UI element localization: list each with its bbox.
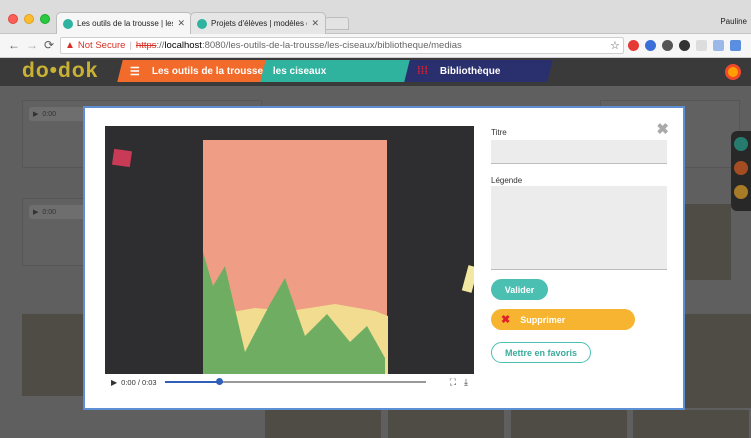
url-host: localhost [164, 40, 202, 51]
browser-tab-bar: Les outils de la trousse | les ci ✕ Proj… [0, 0, 751, 34]
dark-extension-icon[interactable] [679, 40, 690, 51]
site-favicon-icon [197, 18, 207, 29]
translate-extension-icon[interactable] [713, 40, 724, 51]
nav-label: Les outils de la trousse [151, 65, 264, 77]
nav-label: les ciseaux [273, 65, 327, 77]
media-edit-modal: ▶ 0:00 / 0:03 ⛶ ⤓ ✖ Titre Légende Valide… [83, 106, 685, 410]
browser-tab[interactable]: Projets d'élèves | modèles de ✕ [190, 12, 326, 34]
video-controls: ▶ 0:00 / 0:03 ⛶ ⤓ [105, 374, 474, 390]
omnibox-separator: | [129, 40, 132, 51]
user-avatar[interactable] [725, 64, 741, 80]
delete-label: Supprimer [520, 314, 566, 325]
nav-outils-trousse[interactable]: ☰ Les outils de la trousse [117, 60, 267, 82]
video-progress-handle[interactable] [216, 378, 224, 385]
delete-x-icon: ✖ [501, 314, 511, 326]
video-frame-cutouts [203, 252, 388, 374]
security-label: Not Secure [77, 40, 126, 51]
profile-name[interactable]: Pauline [720, 17, 747, 26]
caption-textarea[interactable] [491, 186, 667, 270]
warning-triangle-icon: ▲ [65, 40, 75, 51]
favorite-button[interactable]: Mettre en favoris [491, 342, 591, 363]
download-icon[interactable]: ⤓ [464, 377, 468, 388]
extension-icon[interactable] [645, 40, 656, 51]
new-tab-button[interactable] [325, 17, 349, 30]
maximize-window-button[interactable] [40, 14, 50, 24]
tab-title: Projets d'élèves | modèles de [211, 19, 308, 28]
fullscreen-icon[interactable]: ⛶ [450, 377, 456, 388]
search-extension-icon[interactable] [662, 40, 673, 51]
close-tab-icon[interactable]: ✕ [311, 18, 319, 29]
opera-extension-icon[interactable] [628, 40, 639, 51]
video-progress-fill [164, 381, 220, 383]
menu-icon: ☰ [130, 65, 140, 78]
url-scheme: https [135, 40, 157, 51]
video-progress-bar[interactable] [164, 378, 426, 385]
grid-icon: ⁞⁞⁞ [417, 65, 428, 77]
page-extension-icon[interactable] [696, 40, 707, 51]
browser-tab-active[interactable]: Les outils de la trousse | les ci ✕ [56, 12, 192, 34]
delete-button[interactable]: ✖ Supprimer [491, 309, 635, 330]
address-bar[interactable]: ▲ Not Secure | https://localhost:8080/le… [60, 37, 624, 54]
nav-bibliotheque[interactable]: ⁞⁞⁞ Bibliothèque [404, 60, 553, 82]
video-player[interactable] [105, 126, 474, 374]
bookmark-star-icon[interactable]: ☆ [610, 39, 620, 52]
close-tab-icon[interactable]: ✕ [177, 18, 185, 29]
url-separator: :// [156, 40, 165, 51]
site-logo[interactable]: do•dok [22, 59, 98, 83]
minimize-window-button[interactable] [24, 14, 34, 24]
url-path: :8080/les-outils-de-la-trousse/les-cisea… [201, 40, 462, 51]
video-time: 0:00 / 0:03 [121, 377, 157, 387]
validate-button[interactable]: Valider [491, 279, 548, 300]
bookmark-extension-icon[interactable] [730, 40, 741, 51]
nav-label: Bibliothèque [440, 65, 501, 77]
caption-label: Légende [491, 176, 523, 185]
title-label: Titre [491, 128, 507, 137]
forward-arrow-icon[interactable]: → [26, 38, 38, 52]
title-input[interactable] [491, 140, 667, 164]
play-icon[interactable]: ▶ [111, 378, 117, 387]
back-arrow-icon[interactable]: ← [8, 38, 20, 52]
close-modal-icon[interactable]: ✖ [656, 120, 669, 138]
nav-ciseaux[interactable]: les ciseaux [260, 60, 411, 82]
tab-title: Les outils de la trousse | les ci [77, 19, 174, 28]
browser-toolbar: ← → ⟳ ▲ Not Secure | https://localhost:8… [0, 34, 751, 58]
site-favicon-icon [63, 18, 73, 29]
close-window-button[interactable] [8, 14, 18, 24]
site-header: do•dok ☰ Les outils de la trousse les ci… [0, 58, 751, 86]
reload-icon[interactable]: ⟳ [44, 38, 54, 52]
